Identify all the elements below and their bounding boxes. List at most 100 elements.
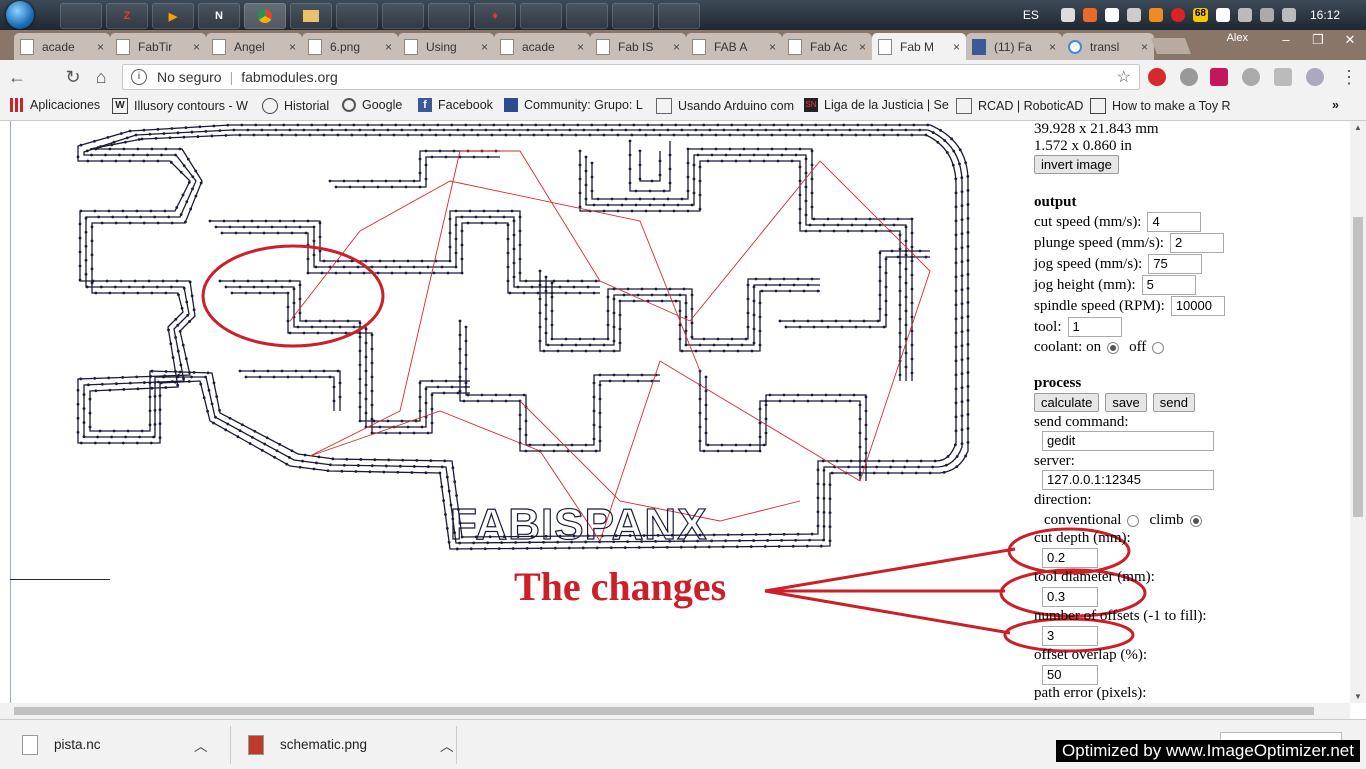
tab-2[interactable]: Angel × bbox=[206, 33, 302, 60]
device-icon[interactable] bbox=[1237, 8, 1252, 22]
tab-11[interactable]: transl × bbox=[1062, 33, 1154, 60]
tab-close-icon[interactable]: × bbox=[673, 40, 680, 54]
save-button[interactable]: save bbox=[1105, 393, 1147, 412]
horizontal-scroll-thumb[interactable] bbox=[14, 707, 1314, 715]
offset-overlap-input[interactable]: 50 bbox=[1042, 665, 1098, 685]
chevron-up-icon[interactable]: ︿ bbox=[440, 735, 454, 755]
extension-2-icon[interactable] bbox=[1180, 68, 1198, 86]
bookmark-google[interactable]: Google bbox=[342, 98, 402, 112]
spindle-speed-input[interactable]: 10000 bbox=[1170, 296, 1225, 316]
extension-1-icon[interactable] bbox=[1148, 68, 1166, 86]
tray-app-icon[interactable] bbox=[1082, 8, 1097, 22]
tab-9[interactable]: Fab M × bbox=[872, 33, 966, 60]
tab-close-icon[interactable]: × bbox=[1141, 40, 1148, 54]
conventional-radio[interactable] bbox=[1127, 514, 1140, 527]
tab-close-icon[interactable]: × bbox=[577, 40, 584, 54]
bookmark-arduino[interactable]: Usando Arduino com bbox=[656, 98, 794, 114]
taskbar-app-8-icon[interactable] bbox=[382, 3, 424, 29]
start-button[interactable] bbox=[6, 1, 34, 29]
tab-3[interactable]: 6.png × bbox=[302, 33, 398, 60]
jog-speed-input[interactable]: 75 bbox=[1148, 254, 1203, 274]
restore-icon[interactable]: ❐ bbox=[1302, 30, 1334, 52]
taskbar-app-adobe-icon[interactable]: ♦ bbox=[474, 3, 516, 29]
taskbar-app-eye-icon[interactable] bbox=[520, 3, 562, 29]
tab-1[interactable]: FabTir × bbox=[110, 33, 206, 60]
bookmarks-more[interactable]: » bbox=[1332, 98, 1339, 112]
tab-close-icon[interactable]: × bbox=[385, 40, 392, 54]
calculate-button[interactable]: calculate bbox=[1034, 393, 1100, 412]
scroll-down-icon[interactable]: ▼ bbox=[1354, 692, 1362, 701]
avast-icon[interactable] bbox=[1148, 8, 1163, 22]
taskbar-app-calc-icon[interactable] bbox=[658, 3, 700, 29]
tool-input[interactable]: 1 bbox=[1067, 317, 1122, 337]
cloud-icon[interactable] bbox=[1060, 8, 1075, 22]
url-text[interactable]: fabmodules.org bbox=[241, 69, 338, 85]
language-indicator[interactable]: ES bbox=[1023, 8, 1039, 22]
bookmark-liga[interactable]: SN Liga de la Justicia | Se bbox=[804, 98, 949, 112]
extension-3-icon[interactable] bbox=[1210, 68, 1228, 86]
taskbar-app-chrome-icon[interactable] bbox=[244, 3, 286, 29]
mcafee-icon[interactable] bbox=[1170, 8, 1185, 22]
bookmark-toy[interactable]: How to make a Toy R bbox=[1090, 98, 1231, 114]
menu-icon[interactable]: ⋮ bbox=[1338, 66, 1360, 88]
tab-10[interactable]: (11) Fa × bbox=[966, 33, 1062, 60]
tray-badge[interactable]: 68 bbox=[1192, 8, 1208, 22]
flag-icon[interactable] bbox=[1215, 8, 1230, 22]
tab-close-icon[interactable]: × bbox=[953, 40, 960, 54]
address-bar[interactable]: i No seguro | fabmodules.org ☆ bbox=[122, 64, 1140, 90]
vertical-scroll-thumb[interactable] bbox=[1353, 217, 1363, 517]
taskbar-app-paint-icon[interactable] bbox=[612, 3, 654, 29]
tab-close-icon[interactable]: × bbox=[97, 40, 104, 54]
bookmark-apps[interactable]: Aplicaciones bbox=[10, 98, 100, 112]
taskbar-app-media-icon[interactable]: ▶ bbox=[152, 3, 194, 29]
tab-close-icon[interactable]: × bbox=[289, 40, 296, 54]
dropbox-icon[interactable] bbox=[1104, 8, 1119, 22]
profile-name[interactable]: Alex bbox=[1227, 32, 1248, 44]
plunge-speed-input[interactable]: 2 bbox=[1169, 233, 1224, 253]
tab-close-icon[interactable]: × bbox=[769, 40, 776, 54]
extension-6-icon[interactable] bbox=[1306, 68, 1324, 86]
bookmark-facebook[interactable]: f Facebook bbox=[418, 98, 493, 112]
taskbar-app-gimp-icon[interactable] bbox=[60, 3, 102, 29]
bookmark-wikipedia[interactable]: W Illusory contours - W bbox=[112, 98, 248, 114]
signal-icon[interactable] bbox=[1259, 8, 1274, 22]
close-icon[interactable]: ✕ bbox=[1334, 30, 1366, 52]
jog-height-input[interactable]: 5 bbox=[1141, 275, 1196, 295]
clock[interactable]: 16:12 bbox=[1310, 8, 1340, 22]
extension-4-icon[interactable] bbox=[1242, 68, 1260, 86]
download-item[interactable]: pista.nc ︿ bbox=[22, 720, 208, 769]
volume-icon[interactable] bbox=[1281, 8, 1296, 22]
taskbar-app-pcb-icon[interactable]: Z bbox=[106, 3, 148, 29]
tab-5[interactable]: acade × bbox=[494, 33, 590, 60]
send-button[interactable]: send bbox=[1152, 393, 1195, 412]
info-icon[interactable]: i bbox=[131, 69, 147, 85]
bookmark-historial[interactable]: Historial bbox=[262, 98, 329, 114]
bookmark-star-icon[interactable]: ☆ bbox=[1117, 67, 1131, 87]
tab-close-icon[interactable]: × bbox=[1049, 40, 1056, 54]
tab-4[interactable]: Using × bbox=[398, 33, 494, 60]
coolant-on-radio[interactable] bbox=[1107, 341, 1120, 354]
cut-speed-input[interactable]: 4 bbox=[1147, 212, 1202, 232]
bookmark-rcad[interactable]: RCAD | RoboticAD bbox=[956, 98, 1083, 114]
tab-8[interactable]: Fab Ac × bbox=[782, 33, 872, 60]
horizontal-scrollbar[interactable] bbox=[0, 703, 1350, 719]
minimize-icon[interactable]: – bbox=[1270, 30, 1302, 52]
server-input[interactable]: 127.0.0.1:12345 bbox=[1042, 470, 1214, 490]
taskbar-app-window-icon[interactable] bbox=[566, 3, 608, 29]
back-arrow-icon[interactable]: ← bbox=[6, 66, 28, 88]
extension-5-icon[interactable] bbox=[1274, 68, 1292, 86]
cloud2-icon[interactable] bbox=[1126, 8, 1141, 22]
home-icon[interactable]: ⌂ bbox=[90, 66, 112, 88]
send-command-input[interactable]: gedit bbox=[1042, 431, 1214, 451]
taskbar-app-explorer-icon[interactable] bbox=[290, 3, 332, 29]
vertical-scrollbar[interactable]: ▲ ▼ bbox=[1350, 121, 1366, 703]
coolant-off-radio[interactable] bbox=[1152, 341, 1165, 354]
invert-image-button[interactable]: invert image bbox=[1034, 155, 1119, 174]
climb-radio[interactable] bbox=[1189, 514, 1202, 527]
bookmark-community[interactable]: Community: Grupo: L bbox=[504, 98, 643, 112]
taskbar-app-notepad-icon[interactable]: N bbox=[198, 3, 240, 29]
tab-0[interactable]: acade × bbox=[14, 33, 110, 60]
chevron-up-icon[interactable]: ︿ bbox=[194, 735, 208, 755]
scroll-up-icon[interactable]: ▲ bbox=[1354, 123, 1362, 132]
tool-diameter-input[interactable]: 0.3 bbox=[1042, 587, 1098, 607]
